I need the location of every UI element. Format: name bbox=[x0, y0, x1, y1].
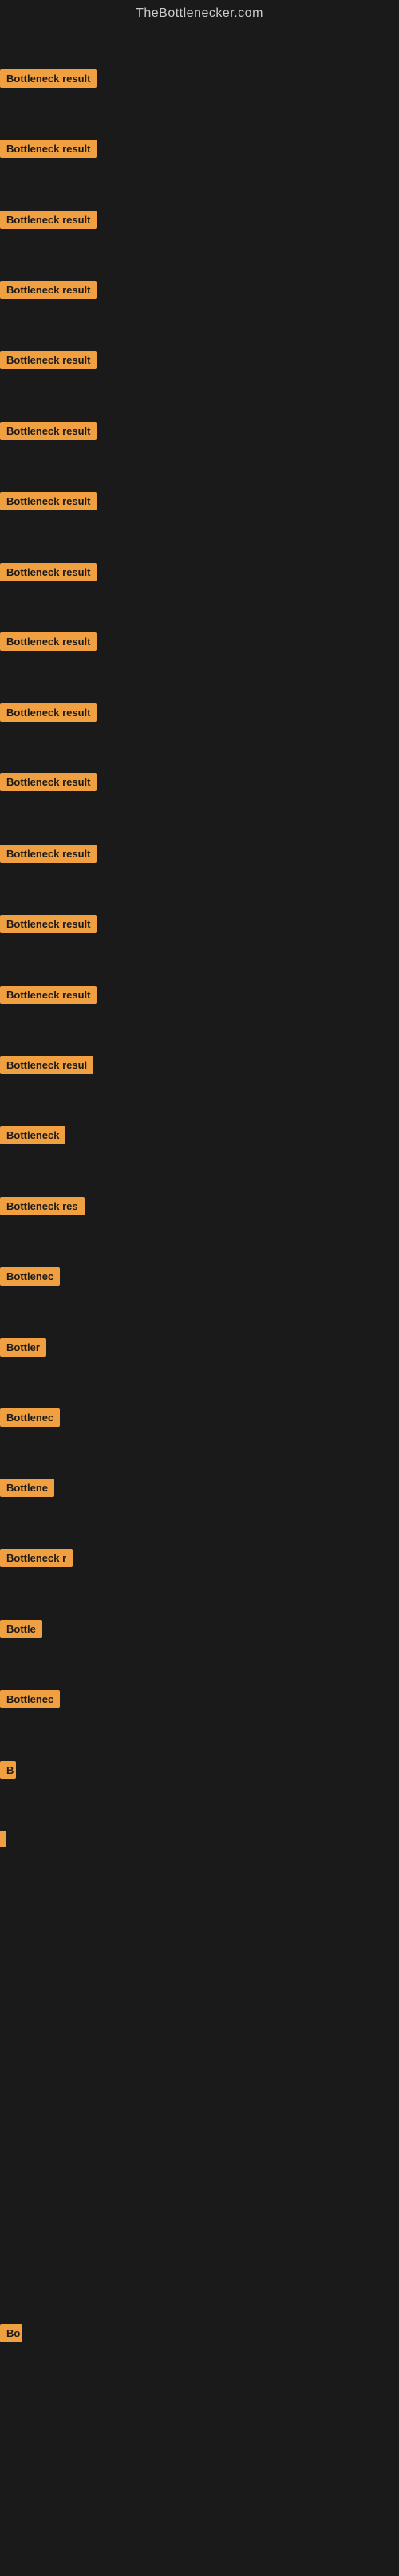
site-title: TheBottlenecker.com bbox=[0, 0, 399, 24]
bottleneck-item: Bottleneck res bbox=[0, 1197, 85, 1219]
bottleneck-badge: Bottleneck result bbox=[0, 563, 97, 581]
bottleneck-badge: Bottle bbox=[0, 1620, 42, 1638]
bottleneck-item: Bottleneck result bbox=[0, 140, 97, 162]
bottleneck-item: Bottleneck result bbox=[0, 351, 97, 373]
bottleneck-item: Bottler bbox=[0, 1338, 46, 1361]
bottleneck-badge: Bottleneck bbox=[0, 1126, 65, 1144]
site-title-container: TheBottlenecker.com bbox=[0, 0, 399, 24]
bottleneck-badge: Bottleneck result bbox=[0, 281, 97, 299]
bottleneck-item: Bottleneck r bbox=[0, 1549, 73, 1571]
bottleneck-item: Bottleneck result bbox=[0, 986, 97, 1008]
bottleneck-badge: Bottleneck res bbox=[0, 1197, 85, 1215]
bottleneck-item: Bottleneck result bbox=[0, 211, 97, 233]
bottleneck-badge: Bottleneck result bbox=[0, 492, 97, 510]
bottleneck-item: Bottlene bbox=[0, 1479, 54, 1501]
bottleneck-item: Bottleneck result bbox=[0, 492, 97, 514]
bottleneck-badge: Bottleneck result bbox=[0, 69, 97, 88]
bottleneck-list: Bottleneck result Bottleneck result Bottle… bbox=[0, 24, 399, 2576]
bottleneck-badge: B bbox=[0, 1761, 16, 1779]
bottleneck-item: Bottleneck result bbox=[0, 845, 97, 867]
bottleneck-item: Bottleneck result bbox=[0, 69, 97, 92]
bottleneck-item: Bottleneck result bbox=[0, 563, 97, 585]
bottleneck-badge: Bottleneck result bbox=[0, 632, 97, 651]
bottleneck-item: Bottlenec bbox=[0, 1408, 60, 1431]
bottleneck-item: Bottleneck resul bbox=[0, 1056, 93, 1078]
bottleneck-item: Bottlenec bbox=[0, 1690, 60, 1712]
bottleneck-badge: Bottler bbox=[0, 1338, 46, 1357]
bottleneck-badge: Bottleneck result bbox=[0, 845, 97, 863]
bottleneck-item: Bottle bbox=[0, 1620, 42, 1642]
bottleneck-item: Bottleneck result bbox=[0, 422, 97, 444]
bottleneck-item: Bottleneck result bbox=[0, 632, 97, 655]
bottleneck-badge: Bottleneck result bbox=[0, 986, 97, 1004]
bottleneck-item: Bottleneck bbox=[0, 1126, 65, 1148]
bottleneck-line bbox=[0, 1831, 6, 1847]
bottleneck-badge: Bottleneck result bbox=[0, 422, 97, 440]
bottleneck-item: Bottleneck result bbox=[0, 281, 97, 303]
bottleneck-item: Bottleneck result bbox=[0, 915, 97, 937]
bottleneck-item: B bbox=[0, 1761, 16, 1783]
bottleneck-badge: Bottleneck result bbox=[0, 140, 97, 158]
bottleneck-badge: Bottleneck r bbox=[0, 1549, 73, 1567]
bottleneck-badge: Bottleneck result bbox=[0, 915, 97, 933]
bottleneck-badge: Bo bbox=[0, 2324, 22, 2342]
bottleneck-item: Bottlenec bbox=[0, 1267, 60, 1290]
bottleneck-item: Bottleneck result bbox=[0, 773, 97, 795]
bottleneck-badge: Bottlenec bbox=[0, 1267, 60, 1286]
bottleneck-badge: Bottleneck resul bbox=[0, 1056, 93, 1074]
bottleneck-badge: Bottlene bbox=[0, 1479, 54, 1497]
bottleneck-item: Bottleneck result bbox=[0, 703, 97, 726]
bottleneck-item: Bo bbox=[0, 2324, 22, 2346]
bottleneck-badge: Bottleneck result bbox=[0, 351, 97, 369]
bottleneck-badge: Bottleneck result bbox=[0, 211, 97, 229]
bottleneck-badge: Bottlenec bbox=[0, 1690, 60, 1708]
bottleneck-badge: Bottlenec bbox=[0, 1408, 60, 1427]
bottleneck-badge: Bottleneck result bbox=[0, 773, 97, 791]
bottleneck-badge: Bottleneck result bbox=[0, 703, 97, 722]
